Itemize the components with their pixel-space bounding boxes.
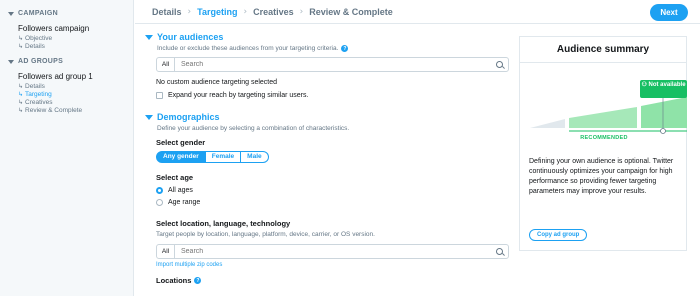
campaign-heading: CAMPAIGN [18, 10, 58, 17]
audiences-description: Include or exclude these audiences from … [157, 45, 349, 52]
campaign-section-toggle[interactable]: CAMPAIGN [8, 10, 125, 17]
return-arrow-icon: ↳ [18, 83, 24, 90]
targeting-form: Your audiences Include or exclude these … [135, 25, 510, 296]
sidebar-item-creatives[interactable]: ↳ Creatives [8, 99, 125, 107]
chevron-right-icon: › [243, 6, 248, 17]
recommended-label: RECOMMENDED [580, 135, 628, 141]
return-arrow-icon: ↳ [18, 91, 24, 98]
return-arrow-icon: ↳ [18, 43, 24, 50]
age-range-label: Age range [168, 199, 201, 206]
location-label: Select location, language, technology [156, 219, 291, 228]
sidebar-item-adgroup-details[interactable]: ↳ Details [8, 83, 125, 91]
sidebar-item-review[interactable]: ↳ Review & Complete [8, 107, 125, 115]
gender-male-button[interactable]: Male [241, 151, 269, 163]
audience-summary-title: Audience summary [520, 37, 686, 63]
audience-search: All [156, 57, 509, 72]
next-button[interactable]: Next [650, 4, 688, 21]
person-icon: ⚇ [641, 82, 647, 88]
sidebar-item-targeting[interactable]: ↳ Targeting [8, 91, 125, 99]
import-zip-link[interactable]: Import multiple zip codes [156, 262, 510, 268]
demographics-description: Define your audience by selecting a comb… [157, 125, 350, 132]
sidebar-campaign-name[interactable]: Followers campaign [8, 24, 125, 33]
step-creatives[interactable]: Creatives [253, 7, 294, 17]
step-details[interactable]: Details [152, 7, 182, 17]
chevron-right-icon: › [187, 6, 192, 17]
caret-down-icon [145, 114, 153, 120]
locations-label: Locations [156, 276, 192, 285]
caret-down-icon [8, 11, 14, 16]
copy-ad-group-button[interactable]: Copy ad group [529, 229, 588, 241]
audience-search-input[interactable] [175, 58, 475, 71]
question-icon[interactable]: ? [194, 277, 202, 284]
step-review[interactable]: Review & Complete [309, 7, 393, 17]
not-available-badge: ⚇ Not available [640, 80, 687, 98]
no-audience-text: No custom audience targeting selected [156, 79, 278, 86]
expand-reach-checkbox-row[interactable]: Expand your reach by targeting similar u… [156, 92, 510, 99]
audiences-title: Your audiences [157, 32, 224, 42]
step-targeting[interactable]: Targeting [197, 7, 237, 17]
location-search-scope[interactable]: All [157, 245, 175, 258]
return-arrow-icon: ↳ [18, 107, 24, 114]
age-range-row[interactable]: Age range [156, 199, 510, 206]
sidebar-adgroup-name[interactable]: Followers ad group 1 [8, 72, 125, 81]
step-breadcrumb: Details › Targeting › Creatives › Review… [135, 0, 700, 24]
demographics-title: Demographics [157, 112, 220, 122]
gender-selector: Any gender Female Male [156, 151, 510, 163]
audience-gauge-graphic [530, 93, 687, 134]
age-all-row[interactable]: All ages [156, 187, 510, 194]
age-all-label: All ages [168, 187, 193, 194]
return-arrow-icon: ↳ [18, 35, 24, 42]
caret-down-icon [8, 59, 14, 64]
audiences-section-toggle[interactable]: Your audiences [145, 32, 510, 42]
caret-down-icon [145, 34, 153, 40]
audience-size-gauge: ⚇ Not available RECOMMENDED [520, 63, 688, 143]
sidebar: CAMPAIGN Followers campaign ↳ Objective ↳… [0, 0, 134, 296]
search-icon [496, 61, 503, 68]
locations-label-row: Locations ? [156, 276, 510, 285]
age-label: Select age [156, 173, 194, 182]
audience-summary-panel: Audience summary ⚇ Not available RECOMME… [519, 36, 687, 251]
audience-search-scope[interactable]: All [157, 58, 175, 71]
location-search: All [156, 244, 509, 259]
search-icon [496, 248, 503, 255]
adgroups-section-toggle[interactable]: AD GROUPS [8, 58, 125, 65]
location-search-input[interactable] [175, 245, 475, 258]
demographics-section-toggle[interactable]: Demographics [145, 112, 510, 122]
adgroups-heading: AD GROUPS [18, 58, 64, 65]
sidebar-item-objective[interactable]: ↳ Objective [8, 35, 125, 43]
gender-label: Select gender [156, 138, 206, 147]
age-range-radio[interactable] [156, 199, 163, 206]
sidebar-item-campaign-details[interactable]: ↳ Details [8, 43, 125, 51]
question-icon[interactable]: ? [341, 45, 349, 52]
chevron-right-icon: › [299, 6, 304, 17]
location-description: Target people by location, language, pla… [156, 231, 375, 238]
age-all-radio[interactable] [156, 187, 163, 194]
gender-female-button[interactable]: Female [205, 151, 242, 163]
gender-any-button[interactable]: Any gender [156, 151, 206, 163]
expand-reach-checkbox[interactable] [156, 92, 163, 99]
expand-reach-label: Expand your reach by targeting similar u… [168, 92, 309, 99]
return-arrow-icon: ↳ [18, 99, 24, 106]
summary-description: Defining your own audience is optional. … [529, 158, 674, 195]
